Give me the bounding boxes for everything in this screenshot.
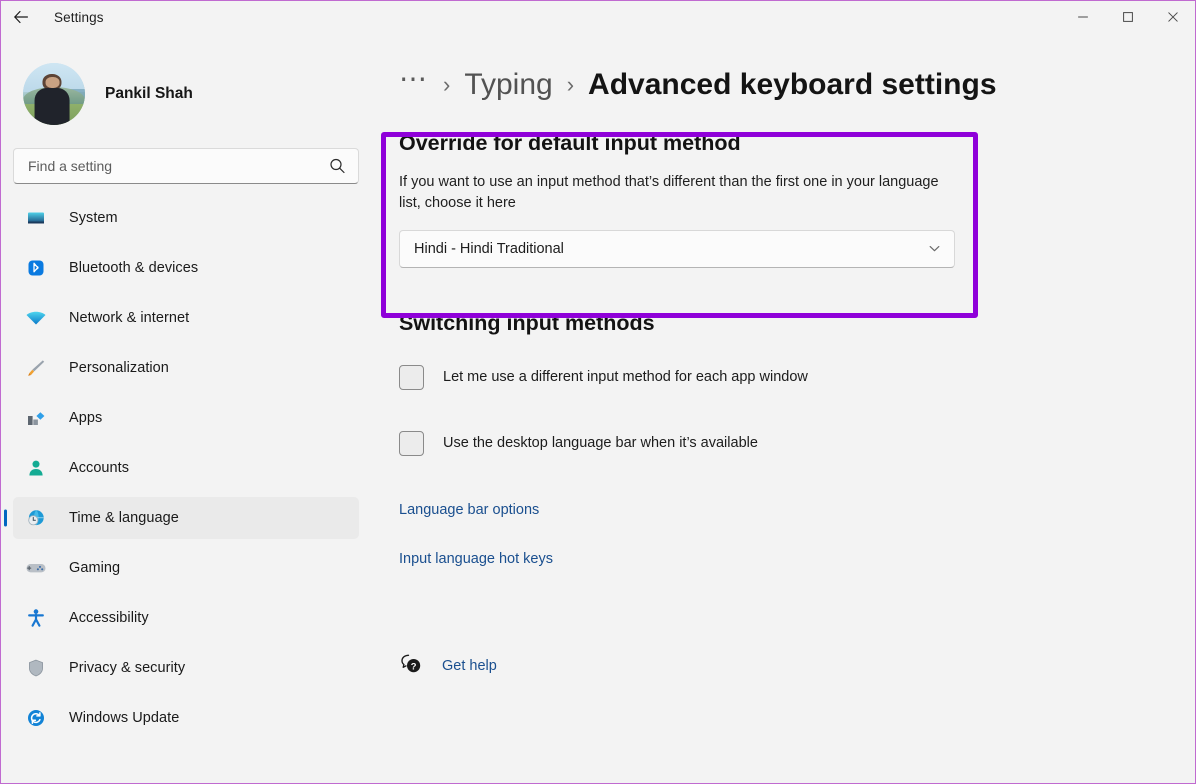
section-title: Override for default input method (399, 131, 741, 155)
back-button[interactable] (1, 1, 41, 33)
sidebar-item-label: System (69, 210, 118, 226)
sidebar-item-bluetooth-devices[interactable]: Bluetooth & devices (13, 247, 359, 289)
window-title: Settings (54, 9, 104, 25)
sidebar-item-gaming[interactable]: Gaming (13, 547, 359, 589)
breadcrumb-separator-icon: › (443, 72, 451, 97)
gamepad-icon (25, 557, 47, 579)
sidebar-item-accessibility[interactable]: Accessibility (13, 597, 359, 639)
breadcrumb-link-typing[interactable]: Typing (464, 68, 552, 102)
svg-text:?: ? (411, 660, 417, 671)
chevron-down-icon (927, 241, 942, 256)
default-input-method-dropdown[interactable]: Hindi - Hindi Traditional (399, 229, 955, 268)
sidebar-item-windows-update[interactable]: Windows Update (13, 697, 359, 739)
search-input[interactable] (14, 158, 358, 174)
avatar (23, 63, 85, 125)
system-monitor-icon (25, 207, 47, 229)
checkbox-input[interactable] (399, 430, 424, 456)
get-help-button[interactable]: ? Get help (399, 652, 497, 681)
minimize-icon (1077, 16, 1088, 18)
person-icon (25, 457, 47, 479)
sidebar-item-label: Bluetooth & devices (69, 260, 199, 276)
checkbox-label: Let me use a different input method for … (443, 369, 808, 386)
sidebar-item-label: Privacy & security (69, 660, 186, 676)
sidebar-item-label: Network & internet (69, 310, 190, 326)
apps-icon (25, 407, 47, 429)
sidebar-item-apps[interactable]: Apps (13, 397, 359, 439)
sidebar-item-label: Accessibility (69, 610, 149, 626)
sidebar-item-privacy-security[interactable]: Privacy & security (13, 647, 359, 689)
breadcrumb: ⋯ › Typing › Advanced keyboard settings (399, 61, 1195, 109)
page-title: Advanced keyboard settings (588, 68, 997, 101)
wifi-icon (25, 307, 47, 329)
close-button[interactable] (1150, 1, 1195, 33)
checkbox-input[interactable] (399, 364, 424, 390)
shield-icon (25, 657, 47, 679)
close-icon (1167, 12, 1178, 22)
sidebar-item-accounts[interactable]: Accounts (13, 447, 359, 489)
section-description: If you want to use an input method that’… (399, 174, 939, 212)
breadcrumb-overflow-button[interactable]: ⋯ (399, 65, 429, 105)
update-refresh-icon (25, 707, 47, 729)
sidebar-item-label: Apps (69, 410, 103, 426)
sidebar-item-label: Personalization (69, 360, 169, 376)
paintbrush-icon (25, 357, 47, 379)
sidebar-item-label: Gaming (69, 560, 121, 576)
maximize-icon (1122, 12, 1133, 22)
main-content: ⋯ › Typing › Advanced keyboard settings … (371, 33, 1195, 783)
profile-card[interactable]: Pankil Shah (13, 53, 359, 135)
switching-input-methods-section: Switching input methods Let me use a dif… (399, 311, 1195, 681)
sidebar-item-label: Time & language (69, 510, 179, 526)
sidebar-item-network-internet[interactable]: Network & internet (13, 297, 359, 339)
sidebar-item-label: Windows Update (69, 710, 180, 726)
back-arrow-icon (14, 10, 28, 24)
bluetooth-icon (25, 257, 47, 279)
get-help-label: Get help (442, 658, 497, 675)
maximize-button[interactable] (1105, 1, 1150, 33)
search-icon[interactable] (329, 158, 346, 175)
checkbox-row-desktop-language-bar[interactable]: Use the desktop language bar when it’s a… (399, 430, 758, 456)
globe-clock-icon (25, 507, 47, 529)
section-title: Switching input methods (399, 310, 655, 335)
dropdown-selected-value: Hindi - Hindi Traditional (414, 240, 564, 257)
accessibility-icon (25, 607, 47, 629)
link-language-bar-options[interactable]: Language bar options (399, 502, 539, 518)
help-question-icon: ? (399, 652, 423, 681)
minimize-button[interactable] (1060, 1, 1105, 33)
title-bar: Settings (1, 1, 1195, 33)
breadcrumb-separator-icon: › (566, 72, 575, 97)
settings-window: Settings Pankil Shah Find a setting Syst… (0, 0, 1196, 784)
link-input-language-hot-keys[interactable]: Input language hot keys (399, 551, 553, 567)
sidebar-nav: System Bluetooth & devices Network & int… (13, 197, 359, 739)
window-controls (1060, 1, 1195, 33)
sidebar-item-time-language[interactable]: Time & language (13, 497, 359, 539)
profile-name: Pankil Shah (105, 85, 193, 102)
sidebar-item-label: Accounts (69, 460, 130, 476)
sidebar-item-system[interactable]: System (13, 197, 359, 239)
sidebar-item-personalization[interactable]: Personalization (13, 347, 359, 389)
search-box[interactable] (13, 148, 359, 184)
checkbox-row-per-app-window[interactable]: Let me use a different input method for … (399, 364, 808, 390)
checkbox-label: Use the desktop language bar when it’s a… (443, 435, 758, 452)
override-input-method-section: Override for default input method If you… (399, 131, 1195, 268)
sidebar: Pankil Shah Find a setting System Blueto… (1, 33, 371, 783)
